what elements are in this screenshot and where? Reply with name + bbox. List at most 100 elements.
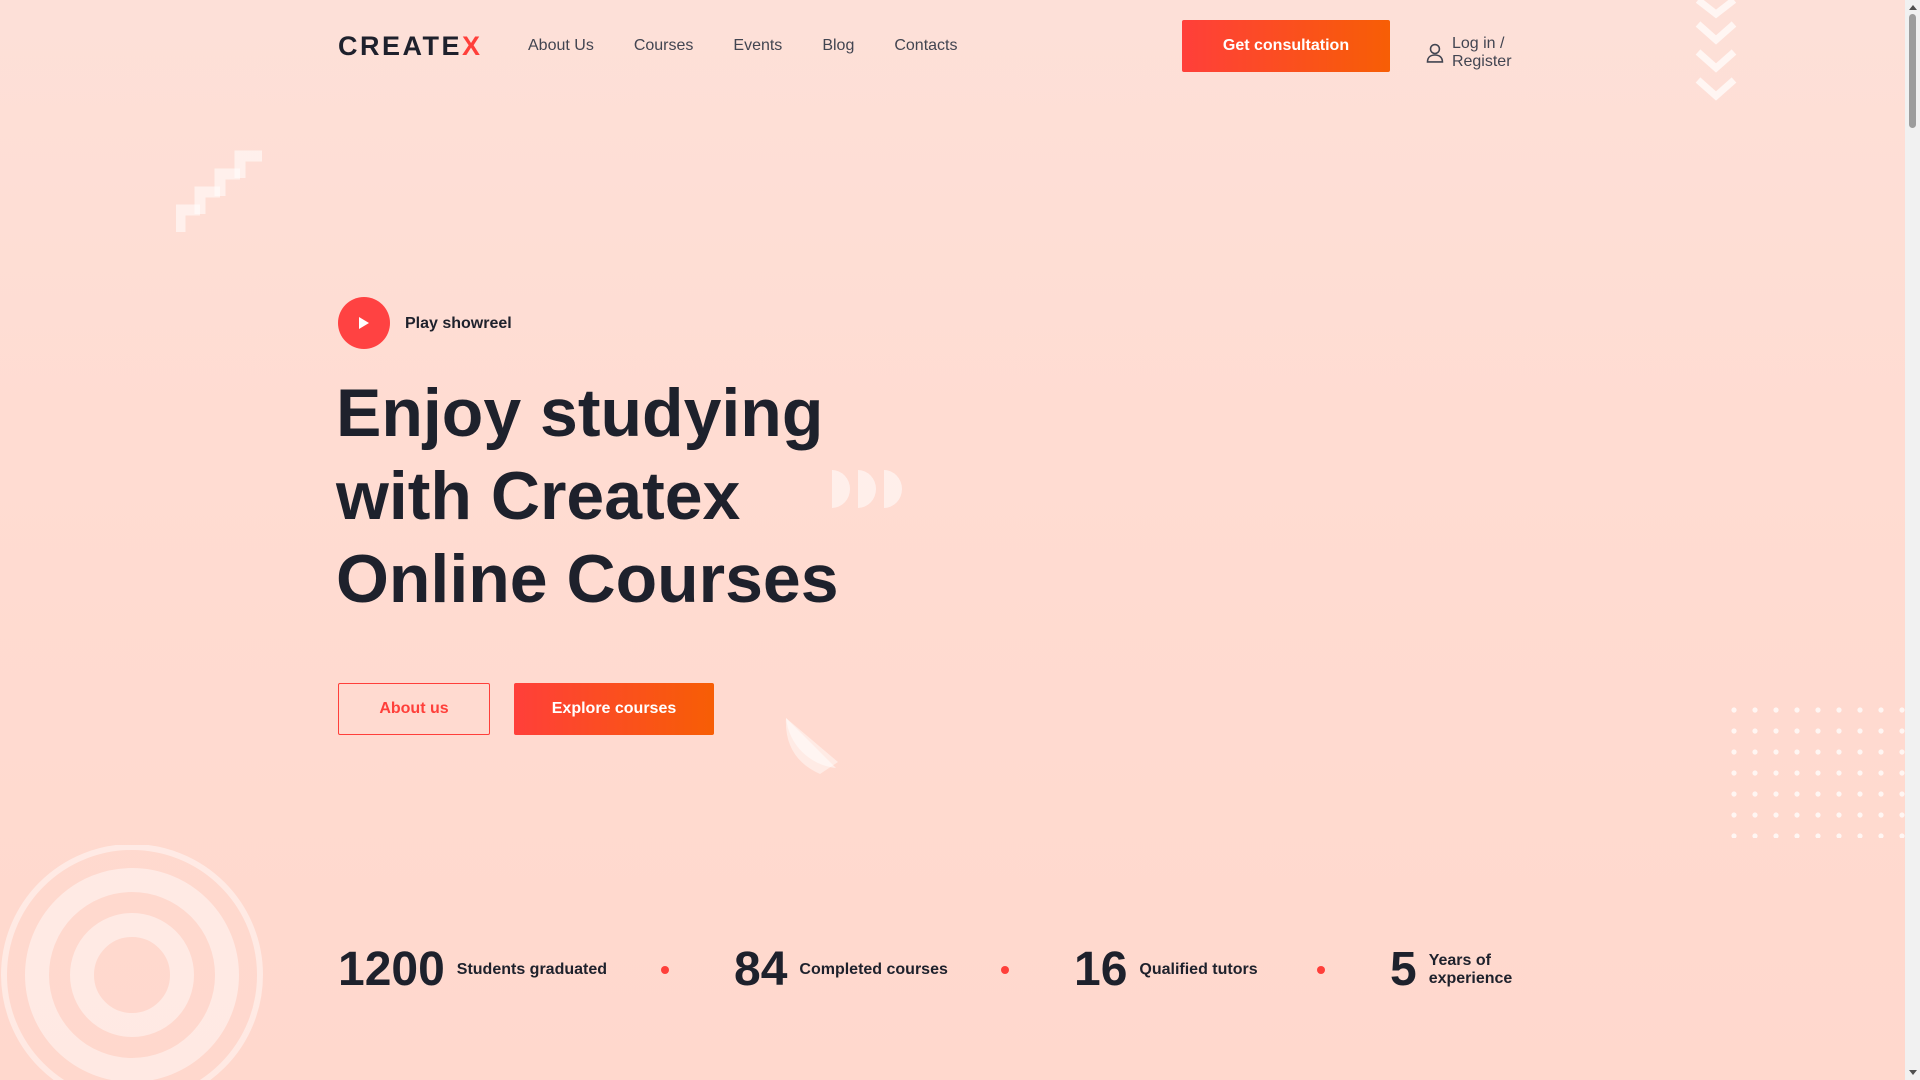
grid-dot <box>1794 833 1800 838</box>
stat-label: Completed courses <box>799 961 948 978</box>
grid-dot <box>1878 770 1884 776</box>
user-icon <box>1426 43 1444 63</box>
stat-students: 1200 Students graduated <box>338 940 607 1000</box>
grid-dot <box>1752 791 1758 797</box>
chevron-up-icon <box>1908 5 1917 10</box>
dot-grid-decoration-icon <box>1731 707 1905 838</box>
stat-courses: 84 Completed courses <box>734 940 948 1000</box>
grid-dot <box>1857 749 1863 755</box>
grid-dot <box>1731 833 1737 838</box>
scroll-up-arrow[interactable] <box>1905 0 1920 14</box>
grid-dot <box>1857 707 1863 713</box>
main-nav: About Us Courses Events Blog Contacts <box>528 36 957 56</box>
stat-number: 84 <box>734 943 788 996</box>
grid-dot <box>1836 791 1842 797</box>
grid-dot <box>1815 833 1821 838</box>
nav-about-us[interactable]: About Us <box>528 36 594 56</box>
grid-dot <box>1815 728 1821 734</box>
grid-dot <box>1857 791 1863 797</box>
grid-dot <box>1836 728 1842 734</box>
play-showreel-button[interactable] <box>338 297 390 349</box>
nav-courses[interactable]: Courses <box>634 36 694 56</box>
page-scrollbar[interactable] <box>1905 0 1920 1080</box>
grid-dot <box>1752 833 1758 838</box>
hero-title-line-2: with Createx <box>336 458 741 534</box>
grid-dot <box>1815 812 1821 818</box>
grid-dot <box>1878 791 1884 797</box>
grid-dot <box>1878 707 1884 713</box>
grid-dot <box>1815 770 1821 776</box>
stat-number: 1200 <box>338 943 445 996</box>
get-consultation-button[interactable]: Get consultation <box>1182 20 1390 72</box>
grid-dot <box>1899 728 1905 734</box>
grid-dot <box>1815 707 1821 713</box>
hero-title-line-3: Online Courses <box>336 541 839 617</box>
stat-label: Students graduated <box>456 961 608 978</box>
grid-dot <box>1815 791 1821 797</box>
nav-contacts[interactable]: Contacts <box>894 36 957 56</box>
grid-dot <box>1857 833 1863 838</box>
grid-dot <box>1731 707 1737 713</box>
stat-experience: 5 Years of experience <box>1390 940 1568 1000</box>
grid-dot <box>1773 749 1779 755</box>
nav-blog[interactable]: Blog <box>822 36 854 56</box>
stat-separator-dot <box>1317 966 1325 974</box>
hero-title: Enjoy studying with Createx Online Cours… <box>336 372 956 621</box>
grid-dot <box>1752 707 1758 713</box>
about-us-button[interactable]: About us <box>338 683 490 735</box>
grid-dot <box>1731 749 1737 755</box>
stat-number: 16 <box>1074 943 1128 996</box>
logo-text: CREATE <box>338 31 463 61</box>
login-register-label: Log in / Register <box>1451 35 1512 70</box>
play-showreel-label[interactable]: Play showreel <box>405 314 512 334</box>
grid-dot <box>1773 833 1779 838</box>
explore-courses-button[interactable]: Explore courses <box>514 683 714 735</box>
grid-dot <box>1836 749 1842 755</box>
nav-events[interactable]: Events <box>733 36 782 56</box>
grid-dot <box>1752 749 1758 755</box>
grid-dot <box>1794 707 1800 713</box>
grid-dot <box>1836 707 1842 713</box>
grid-dot <box>1794 812 1800 818</box>
stat-label: Years of experience <box>1428 952 1513 987</box>
stat-tutors: 16 Qualified tutors <box>1074 940 1258 1000</box>
grid-dot <box>1794 728 1800 734</box>
grid-dot <box>1878 812 1884 818</box>
grid-dot <box>1773 812 1779 818</box>
page: CREATEX About Us Courses Events Blog Con… <box>0 0 1905 1080</box>
concentric-circles-decoration-icon <box>1 845 263 1080</box>
grid-dot <box>1836 833 1842 838</box>
stats-bar: 1200 Students graduated 84 Completed cou… <box>338 940 1568 1000</box>
grid-dot <box>1794 791 1800 797</box>
grid-dot <box>1836 812 1842 818</box>
grid-dot <box>1794 749 1800 755</box>
grid-dot <box>1773 728 1779 734</box>
grid-dot <box>1857 728 1863 734</box>
chevrons-decoration-icon <box>1695 0 1737 101</box>
grid-dot <box>1794 770 1800 776</box>
scrollbar-thumb[interactable] <box>1909 14 1916 128</box>
site-header: CREATEX About Us Courses Events Blog Con… <box>338 20 1568 72</box>
scroll-down-arrow[interactable] <box>1905 1066 1920 1080</box>
grid-dot <box>1773 770 1779 776</box>
stairs-decoration-icon <box>176 150 262 232</box>
createx-logo[interactable]: CREATEX <box>338 32 483 60</box>
grid-dot <box>1899 770 1905 776</box>
stat-label: Qualified tutors <box>1139 961 1258 978</box>
grid-dot <box>1836 770 1842 776</box>
grid-dot <box>1878 833 1884 838</box>
grid-dot <box>1899 707 1905 713</box>
login-register-link[interactable]: Log in / Register <box>1426 35 1568 71</box>
hero-title-line-1: Enjoy studying <box>336 375 824 451</box>
grid-dot <box>1773 791 1779 797</box>
grid-dot <box>1731 812 1737 818</box>
grid-dot <box>1752 812 1758 818</box>
grid-dot <box>1878 728 1884 734</box>
grid-dot <box>1899 812 1905 818</box>
stat-separator-dot <box>661 966 669 974</box>
grid-dot <box>1731 791 1737 797</box>
stat-number: 5 <box>1390 943 1417 996</box>
stat-separator-dot <box>1001 966 1009 974</box>
grid-dot <box>1815 749 1821 755</box>
grid-dot <box>1731 770 1737 776</box>
